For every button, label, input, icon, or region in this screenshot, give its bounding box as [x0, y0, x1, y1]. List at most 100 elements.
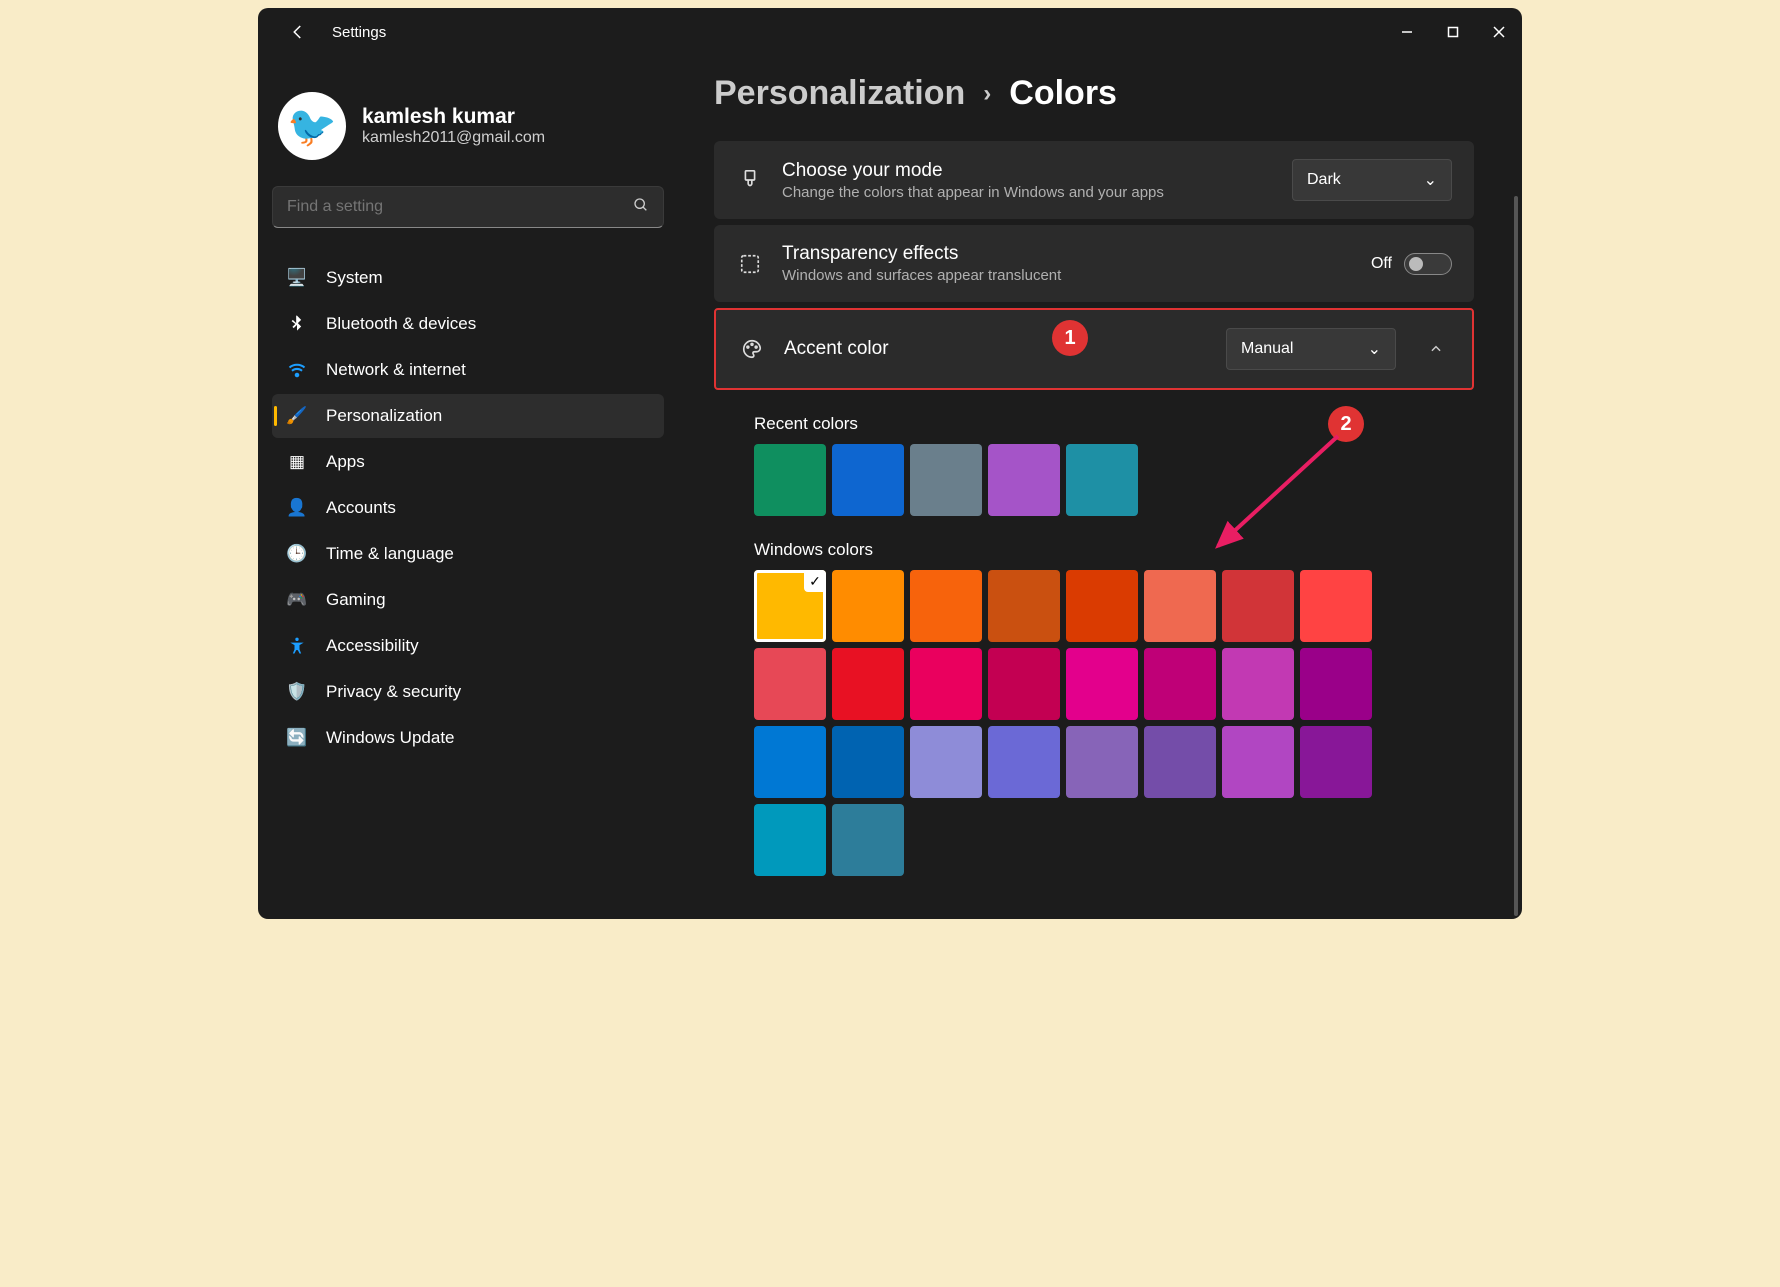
minimize-button[interactable]: [1384, 16, 1430, 48]
nav-list: 🖥️System Bluetooth & devices Network & int…: [272, 256, 664, 760]
accent-collapse-button[interactable]: [1422, 335, 1450, 363]
transparency-subtitle: Windows and surfaces appear translucent: [782, 267, 1353, 284]
windows-color-swatch[interactable]: [1222, 726, 1294, 798]
maximize-button[interactable]: [1430, 16, 1476, 48]
sidebar-item-bluetooth-devices[interactable]: Bluetooth & devices: [272, 302, 664, 346]
search-input[interactable]: [287, 198, 633, 216]
sidebar-item-privacy-security[interactable]: 🛡️Privacy & security: [272, 670, 664, 714]
nav-label: Accounts: [326, 498, 396, 518]
windows-color-swatch[interactable]: [1066, 648, 1138, 720]
accent-color-card: Accent color 1 Manual ⌄: [714, 308, 1474, 390]
mode-title: Choose your mode: [782, 160, 1274, 182]
sidebar-item-apps[interactable]: ▦ Apps: [272, 440, 664, 484]
callout-1: 1: [1052, 320, 1088, 356]
windows-color-swatch[interactable]: [1300, 570, 1372, 642]
scrollbar[interactable]: [1514, 196, 1518, 916]
transparency-title: Transparency effects: [782, 243, 1353, 265]
palette-icon: [738, 338, 766, 360]
sidebar-item-gaming[interactable]: 🎮Gaming: [272, 578, 664, 622]
windows-color-swatch[interactable]: [832, 804, 904, 876]
callout-2: 2: [1328, 406, 1364, 442]
nav-label: Personalization: [326, 406, 442, 426]
sidebar-item-accounts[interactable]: 👤 Accounts: [272, 486, 664, 530]
sidebar-item-accessibility[interactable]: Accessibility: [272, 624, 664, 668]
mode-subtitle: Change the colors that appear in Windows…: [782, 184, 1274, 201]
nav-label: Accessibility: [326, 636, 419, 656]
transparency-state: Off: [1371, 255, 1392, 273]
recent-color-swatch[interactable]: [754, 444, 826, 516]
avatar: 🐦: [278, 92, 346, 160]
recent-color-swatch[interactable]: [1066, 444, 1138, 516]
windows-color-swatch[interactable]: [754, 804, 826, 876]
search-icon: [633, 197, 649, 218]
nav-icon: [286, 359, 308, 381]
main-content: Personalization › Colors Choose your mod…: [678, 56, 1522, 919]
transparency-card: Transparency effects Windows and surface…: [714, 225, 1474, 302]
windows-color-swatch[interactable]: [988, 570, 1060, 642]
windows-color-swatch[interactable]: [1144, 726, 1216, 798]
sidebar-item-time-language[interactable]: 🕒Time & language: [272, 532, 664, 576]
sidebar-item-system[interactable]: 🖥️System: [272, 256, 664, 300]
windows-color-swatch[interactable]: [988, 648, 1060, 720]
nav-icon: 🖌️: [286, 405, 308, 427]
chevron-down-icon: ⌄: [1424, 170, 1437, 190]
sidebar: 🐦 kamlesh kumar kamlesh2011@gmail.com 🖥️…: [258, 56, 678, 919]
windows-color-swatch[interactable]: [832, 648, 904, 720]
title-bar: Settings: [258, 8, 1522, 56]
windows-color-swatch[interactable]: [1300, 726, 1372, 798]
transparency-toggle[interactable]: [1404, 253, 1452, 275]
windows-colors-label: Windows colors: [754, 540, 1514, 560]
accent-value: Manual: [1241, 340, 1293, 358]
nav-icon: 🖥️: [286, 267, 308, 289]
nav-label: Bluetooth & devices: [326, 314, 476, 334]
recent-colors-grid: [754, 444, 1394, 516]
profile-block[interactable]: 🐦 kamlesh kumar kamlesh2011@gmail.com: [278, 92, 658, 160]
windows-color-swatch[interactable]: [1222, 648, 1294, 720]
windows-color-swatch[interactable]: [1066, 726, 1138, 798]
profile-name: kamlesh kumar: [362, 105, 545, 129]
windows-color-swatch[interactable]: [910, 726, 982, 798]
mode-dropdown[interactable]: Dark ⌄: [1292, 159, 1452, 201]
windows-color-swatch[interactable]: [1222, 570, 1294, 642]
windows-color-swatch[interactable]: [910, 570, 982, 642]
chevron-down-icon: ⌄: [1368, 339, 1381, 359]
nav-icon: 🕒: [286, 543, 308, 565]
recent-color-swatch[interactable]: [910, 444, 982, 516]
windows-color-swatch[interactable]: [754, 648, 826, 720]
sidebar-item-network-internet[interactable]: Network & internet: [272, 348, 664, 392]
accent-dropdown[interactable]: Manual ⌄: [1226, 328, 1396, 370]
windows-color-swatch[interactable]: [988, 726, 1060, 798]
windows-color-swatch[interactable]: [754, 570, 826, 642]
windows-color-swatch[interactable]: [1144, 570, 1216, 642]
brush-icon: [736, 169, 764, 191]
search-box[interactable]: [272, 186, 664, 228]
windows-color-swatch[interactable]: [910, 648, 982, 720]
windows-color-swatch[interactable]: [754, 726, 826, 798]
nav-label: Network & internet: [326, 360, 466, 380]
accent-title: Accent color: [784, 338, 1208, 360]
nav-icon: [286, 313, 308, 335]
windows-colors-grid: [754, 570, 1394, 876]
breadcrumb-parent[interactable]: Personalization: [714, 74, 965, 113]
windows-color-swatch[interactable]: [1300, 648, 1372, 720]
transparency-icon: [736, 253, 764, 275]
app-title: Settings: [332, 24, 386, 41]
sidebar-item-personalization[interactable]: 🖌️ Personalization: [272, 394, 664, 438]
nav-icon: 👤: [286, 497, 308, 519]
recent-color-swatch[interactable]: [832, 444, 904, 516]
windows-color-swatch[interactable]: [832, 570, 904, 642]
sidebar-item-windows-update[interactable]: 🔄Windows Update: [272, 716, 664, 760]
nav-icon: [286, 635, 308, 657]
nav-icon: ▦: [286, 451, 308, 473]
windows-color-swatch[interactable]: [1066, 570, 1138, 642]
windows-color-swatch[interactable]: [1144, 648, 1216, 720]
back-button[interactable]: [278, 12, 318, 52]
close-button[interactable]: [1476, 16, 1522, 48]
recent-color-swatch[interactable]: [988, 444, 1060, 516]
breadcrumb: Personalization › Colors: [714, 74, 1514, 113]
windows-color-swatch[interactable]: [832, 726, 904, 798]
nav-icon: 🛡️: [286, 681, 308, 703]
mode-card: Choose your mode Change the colors that …: [714, 141, 1474, 219]
nav-label: Apps: [326, 452, 365, 472]
mode-value: Dark: [1307, 171, 1341, 189]
